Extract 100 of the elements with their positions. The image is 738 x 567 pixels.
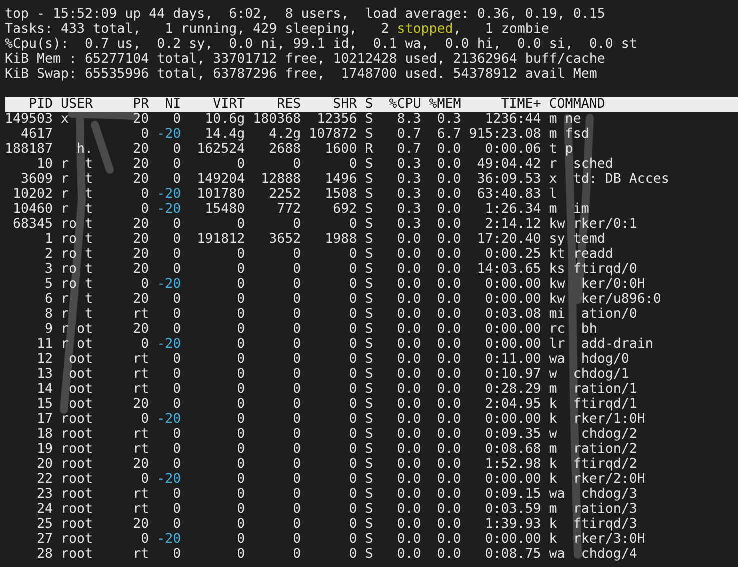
- table-cell-text: S: [364, 202, 374, 217]
- table-cell-text: S: [364, 307, 374, 322]
- table-cell-text: 28: [36, 547, 54, 562]
- table-cell-text: 0.3: [396, 217, 422, 232]
- table-cell-text: 0: [236, 277, 246, 292]
- table-cell-text: 24: [36, 502, 54, 517]
- table-cell-text: 6.7: [436, 127, 462, 142]
- table-cell: t p: [549, 142, 574, 157]
- table-cell-text: 0.0: [436, 457, 462, 472]
- table-cell-text: S: [364, 112, 374, 127]
- table-cell-text: 180368: [252, 112, 302, 127]
- table-cell-text: S: [364, 367, 374, 382]
- table-cell-text: rt: [132, 547, 150, 562]
- table-cell-text: 0: [348, 412, 358, 427]
- table-cell-text: 0: [292, 547, 302, 562]
- table-cell-text: S: [364, 547, 374, 562]
- table-cell-text: 0.3: [396, 172, 422, 187]
- table-cell-text: 1496: [324, 172, 358, 187]
- table-cell-text: S: [364, 247, 374, 262]
- table-cell: k ftirqd/3: [549, 517, 638, 532]
- table-cell: kw rker/0:1: [549, 217, 638, 232]
- table-cell-text: 0: [292, 277, 302, 292]
- table-cell-text: 0.0: [396, 442, 422, 457]
- table-cell-text: 0:03.59: [484, 502, 542, 517]
- table-cell-text: 0:00.00: [484, 412, 542, 427]
- table-cell: m ne: [549, 112, 582, 127]
- table-cell: m im: [549, 202, 590, 217]
- column-header: NI: [164, 97, 182, 112]
- table-cell-text: 692: [332, 202, 358, 217]
- table-cell-text: 22: [36, 472, 54, 487]
- table-cell-text: 0: [236, 457, 246, 472]
- table-cell-text: 0.0: [436, 277, 462, 292]
- table-cell-text: oot: [68, 397, 94, 412]
- table-cell-text: oot: [68, 382, 94, 397]
- table-cell: r t: [61, 172, 94, 187]
- summary-text: , 1 zombie: [453, 22, 550, 37]
- table-cell-text: 0.0: [396, 412, 422, 427]
- table-cell-text: 0: [172, 322, 182, 337]
- table-cell-text: 1600: [324, 142, 358, 157]
- column-header: PID: [28, 97, 54, 112]
- table-cell-text: 0.0: [436, 502, 462, 517]
- table-cell-text: 0.0: [436, 442, 462, 457]
- table-cell-text: 0.0: [436, 382, 462, 397]
- table-cell-text: 0.0: [396, 307, 422, 322]
- table-cell: w chdog/2: [549, 427, 638, 442]
- table-cell-text: 2688: [268, 142, 302, 157]
- table-cell-text: 0.0: [436, 292, 462, 307]
- table-cell-text: 0: [172, 217, 182, 232]
- table-cell: ro t: [61, 277, 94, 292]
- column-header: %MEM: [428, 97, 462, 112]
- table-cell-text: 17: [36, 412, 54, 427]
- table-cell-text: 0:00.00: [484, 292, 542, 307]
- table-cell-text: 2:04.95: [484, 397, 542, 412]
- table-cell-text: S: [364, 502, 374, 517]
- table-cell-text: 0.0: [396, 517, 422, 532]
- table-cell-text: 10: [36, 157, 54, 172]
- table-cell: ro t: [61, 247, 94, 262]
- table-cell-text: S: [364, 187, 374, 202]
- table-cell-text: 0.0: [396, 292, 422, 307]
- table-cell: m ration/1: [549, 382, 638, 397]
- table-cell-text: S: [364, 157, 374, 172]
- table-cell-text: 0.0: [396, 277, 422, 292]
- table-cell-text: -20: [156, 412, 182, 427]
- table-cell-text: S: [364, 442, 374, 457]
- table-cell-text: 20: [132, 292, 150, 307]
- table-cell-text: 0: [292, 247, 302, 262]
- table-cell-text: rt: [132, 502, 150, 517]
- table-cell-text: 10.6g: [204, 112, 246, 127]
- table-cell-text: 1508: [324, 187, 358, 202]
- table-cell-text: rt: [132, 487, 150, 502]
- table-cell-text: 0: [348, 247, 358, 262]
- table-cell-text: 3: [44, 262, 54, 277]
- table-cell-text: 0.3: [396, 157, 422, 172]
- table-cell-text: 0.0: [396, 547, 422, 562]
- table-cell-text: 0: [348, 502, 358, 517]
- table-cell-text: 20: [132, 142, 150, 157]
- table-cell-text: 0.0: [396, 427, 422, 442]
- table-cell-text: 0: [172, 487, 182, 502]
- table-cell-text: 0.3: [396, 187, 422, 202]
- table-cell-text: 0: [348, 217, 358, 232]
- table-cell-text: 0: [348, 292, 358, 307]
- table-cell-text: 0: [140, 532, 150, 547]
- table-cell-text: 0: [292, 427, 302, 442]
- table-cell-text: 0: [172, 382, 182, 397]
- table-cell: root: [61, 412, 94, 427]
- summary-text: stopped: [397, 22, 454, 37]
- table-cell-text: 0:00.00: [484, 322, 542, 337]
- table-cell-text: 0: [140, 202, 150, 217]
- table-cell: root: [61, 532, 94, 547]
- table-cell-text: -20: [156, 127, 182, 142]
- table-cell-text: 0: [140, 337, 150, 352]
- table-cell-text: 3652: [268, 232, 302, 247]
- table-cell-text: 101780: [196, 187, 246, 202]
- table-cell-text: 0: [140, 412, 150, 427]
- table-cell-text: 0.0: [436, 232, 462, 247]
- table-cell-text: 0.0: [436, 322, 462, 337]
- table-cell: wa chdog/3: [549, 487, 638, 502]
- table-cell-text: 13: [36, 367, 54, 382]
- table-cell-text: -20: [156, 532, 182, 547]
- table-cell-text: -20: [156, 202, 182, 217]
